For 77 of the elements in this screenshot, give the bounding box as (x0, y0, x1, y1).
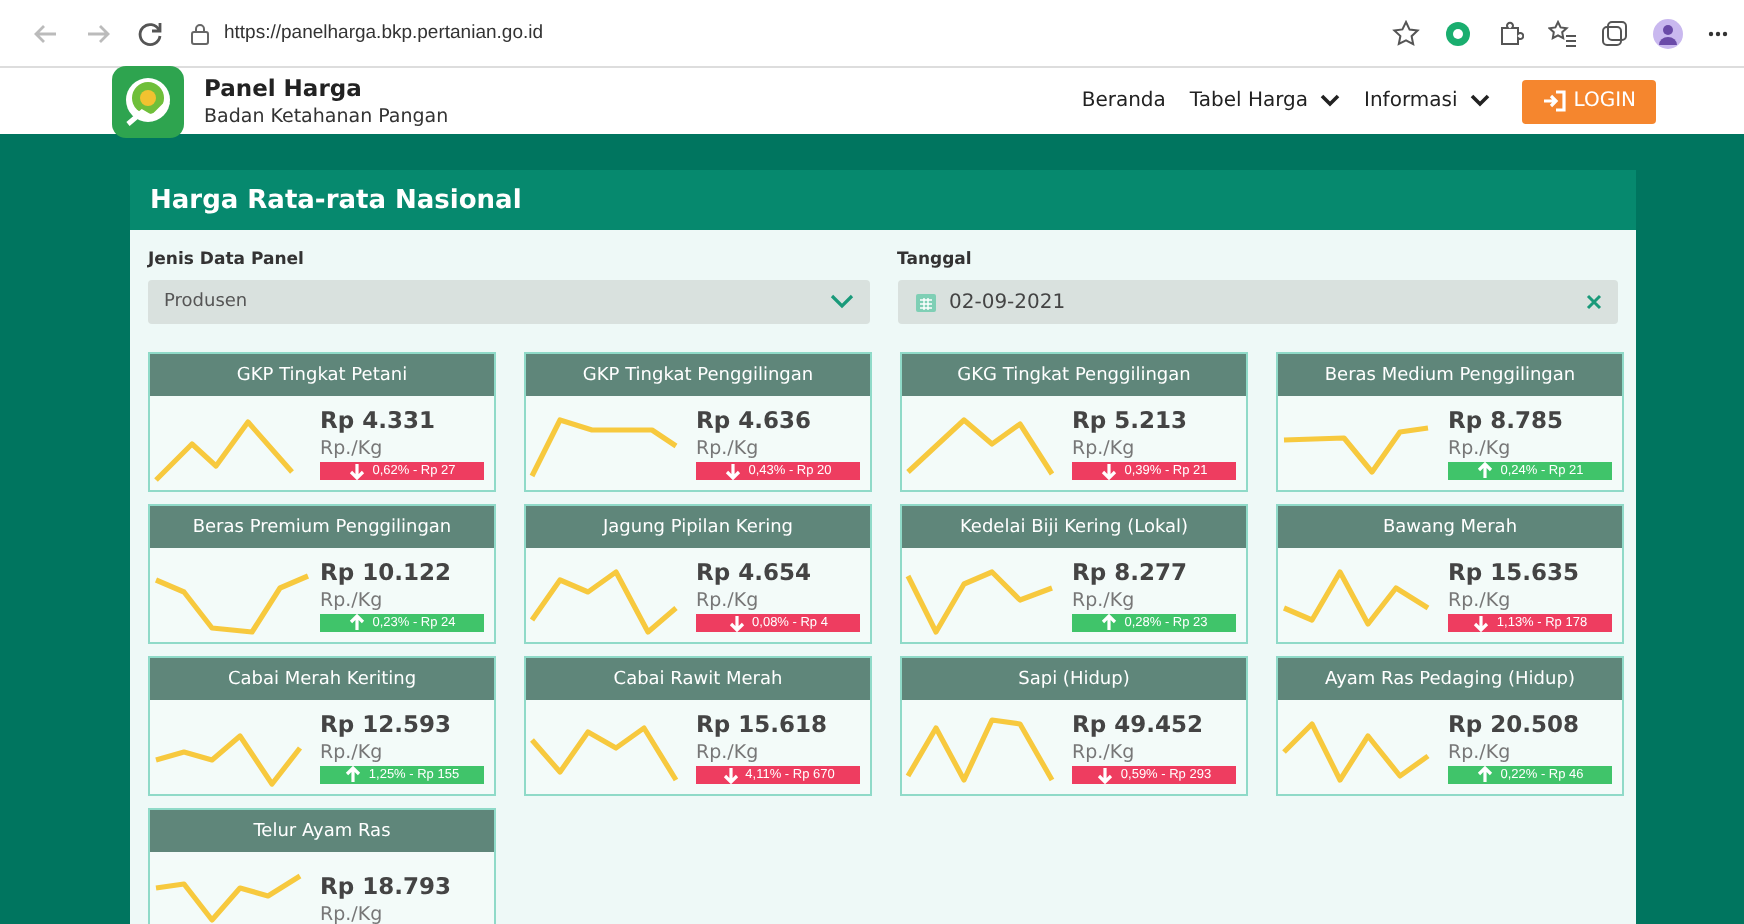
favorites-icon[interactable] (1548, 19, 1576, 47)
price-value: Rp 18.793 (320, 871, 451, 899)
card-title: GKP Tingkat Petani (150, 354, 494, 396)
arrow-up-icon (1100, 614, 1119, 632)
card-title: Ayam Ras Pedaging (Hidup) (1278, 658, 1622, 700)
price-value: Rp 8.785 (1448, 406, 1565, 434)
arrow-down-icon (728, 614, 747, 632)
chevron-down-icon (1320, 94, 1341, 108)
card-title: Beras Medium Penggilingan (1278, 354, 1622, 396)
arrow-down-icon (348, 462, 367, 480)
arrow-up-icon (1476, 462, 1495, 480)
arrow-down-icon (724, 462, 743, 480)
card-title: Kedelai Biji Kering (Lokal) (902, 506, 1246, 548)
card-title: Cabai Rawit Merah (526, 658, 870, 700)
price-value: Rp 15.635 (1448, 558, 1581, 586)
price-value: Rp 12.593 (320, 710, 453, 738)
card-title: GKP Tingkat Penggilingan (526, 354, 870, 396)
price-value: Rp 4.331 (320, 406, 437, 434)
field-label: Jenis Data Panel (148, 250, 306, 270)
price-value: Rp 49.452 (1072, 710, 1205, 738)
arrow-up-icon (348, 614, 367, 632)
price-unit: Rp./Kg (1448, 742, 1513, 764)
price-unit: Rp./Kg (1072, 742, 1137, 764)
nav-link[interactable]: Tabel Harga (1189, 90, 1341, 112)
chevron-down-icon (1469, 94, 1490, 108)
card-title: Bawang Merah (1278, 506, 1622, 548)
card-title: Jagung Pipilan Kering (526, 506, 870, 548)
price-unit: Rp./Kg (696, 590, 761, 612)
arrow-up-icon (344, 766, 363, 784)
profile-icon[interactable] (1652, 17, 1684, 49)
login-icon (1541, 90, 1566, 112)
card-title: Beras Premium Penggilingan (150, 506, 494, 548)
extension-icon[interactable] (1444, 19, 1472, 47)
arrow-up-icon (1476, 766, 1495, 784)
select-field[interactable]: Produsen (148, 280, 869, 324)
price-value: Rp 15.618 (696, 710, 829, 738)
price-unit: Rp./Kg (320, 903, 385, 924)
price-value: Rp 10.122 (320, 558, 453, 586)
arrow-down-icon (1100, 462, 1119, 480)
price-unit: Rp./Kg (1448, 590, 1513, 612)
price-value: Rp 8.277 (1072, 558, 1189, 586)
price-unit: Rp./Kg (1072, 438, 1137, 460)
arrow-down-icon (1096, 766, 1115, 784)
price-value: Rp 4.654 (696, 558, 813, 586)
lock-icon (188, 21, 212, 45)
chevron-down-icon (829, 294, 853, 310)
card-title: Sapi (Hidup) (902, 658, 1246, 700)
panel-title: Harga Rata-rata Nasional (130, 170, 1636, 230)
nav-link[interactable]: Informasi (1364, 90, 1490, 112)
logo-icon[interactable] (112, 65, 184, 137)
date-field[interactable]: 02-09-2021 (897, 280, 1618, 324)
collections-icon[interactable] (1600, 19, 1628, 47)
star-icon[interactable] (1392, 19, 1420, 47)
arrow-down-icon (1472, 614, 1491, 632)
price-unit: Rp./Kg (1448, 438, 1513, 460)
address-bar[interactable]: https://panelharga.bkp.pertanian.go.id (224, 22, 544, 44)
price-unit: Rp./Kg (696, 438, 761, 460)
price-value: Rp 5.213 (1072, 406, 1189, 434)
price-unit: Rp./Kg (696, 742, 761, 764)
nav-link[interactable]: Beranda (1081, 90, 1166, 112)
card-title: Cabai Merah Keriting (150, 658, 494, 700)
card-title: GKG Tingkat Penggilingan (902, 354, 1246, 396)
site-title: Panel Harga (204, 74, 364, 102)
price-unit: Rp./Kg (320, 590, 385, 612)
price-unit: Rp./Kg (1072, 590, 1137, 612)
arrow-down-icon (721, 766, 740, 784)
price-unit: Rp./Kg (320, 742, 385, 764)
calendar-icon (913, 290, 937, 314)
clear-icon[interactable] (1586, 294, 1602, 310)
field-label: Tanggal (897, 250, 974, 270)
site-subtitle: Badan Ketahanan Pangan (204, 106, 449, 128)
card-title: Telur Ayam Ras (150, 810, 494, 852)
price-value: Rp 20.508 (1448, 710, 1581, 738)
puzzle-icon[interactable] (1496, 19, 1524, 47)
price-unit: Rp./Kg (320, 438, 385, 460)
reload-icon[interactable] (136, 19, 164, 47)
price-value: Rp 4.636 (696, 406, 813, 434)
